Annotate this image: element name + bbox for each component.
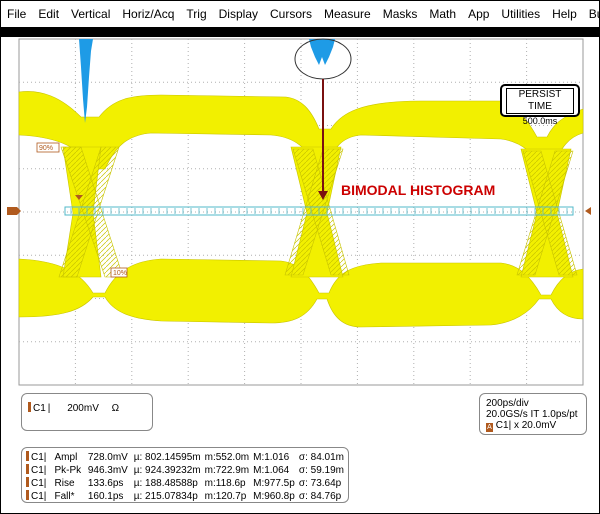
histogram-bars-bimodal: [309, 39, 335, 65]
meas-max: M:1.016: [253, 451, 290, 463]
measurement-box[interactable]: C1| Ampl 728.0mV µ: 802.14595m m:552.0m …: [21, 447, 349, 503]
meas-max: M:977.5p: [253, 477, 295, 489]
meas-max: M:1.064: [253, 464, 290, 476]
meas-sigma: σ: 84.01m: [298, 451, 344, 463]
marker-90-label: 90%: [39, 145, 53, 152]
persist-time-box[interactable]: PERSIST TIME 500.0ms: [500, 84, 580, 126]
meas-sigma: σ: 59.19m: [298, 464, 344, 476]
histogram-window-ticks: [70, 208, 568, 214]
channel-color-tag: [26, 490, 29, 500]
persist-time-title: PERSIST TIME: [506, 88, 574, 114]
right-level-marker[interactable]: [585, 207, 591, 215]
marker-10-label: 10%: [113, 270, 127, 277]
meas-channel: C1: [31, 491, 44, 502]
channel-color-tag: [26, 464, 29, 474]
meas-value: 946.3mV: [87, 464, 128, 476]
math-channel-value: x 20.0mV: [513, 420, 557, 431]
math-channel-icon: A: [486, 423, 493, 432]
meas-value: 160.1ps: [87, 490, 124, 502]
meas-mean: µ: 215.07834p: [133, 490, 198, 502]
eye-diagram: [18, 91, 584, 328]
meas-sigma: σ: 73.64p: [298, 477, 342, 489]
meas-min: m:722.9m: [204, 464, 250, 476]
meas-channel: C1: [31, 452, 44, 463]
menu-edit[interactable]: Edit: [32, 1, 65, 27]
measurement-table: C1| Ampl 728.0mV µ: 802.14595m m:552.0m …: [26, 451, 348, 503]
table-row[interactable]: C1| Rise 133.6ps µ: 188.48588p m:118.6p …: [26, 477, 348, 490]
meas-value: 133.6ps: [87, 477, 124, 489]
meas-min: m:552.0m: [204, 451, 250, 463]
channel-label: C1: [33, 403, 46, 414]
channel-scale: 200mV: [67, 403, 99, 414]
meas-channel: C1: [31, 478, 44, 489]
meas-min: m:118.6p: [204, 477, 246, 489]
channel-color-tag: [28, 402, 31, 412]
timebase-info-box[interactable]: 200ps/div 20.0GS/s IT 1.0ps/pt A C1| x 2…: [479, 393, 587, 435]
meas-mean: µ: 924.39232m: [133, 464, 201, 476]
meas-max: M:960.8p: [253, 490, 295, 502]
meas-channel: C1: [31, 465, 44, 476]
table-row[interactable]: C1| Pk-Pk 946.3mV µ: 924.39232m m:722.9m…: [26, 464, 348, 477]
menu-measure[interactable]: Measure: [318, 1, 377, 27]
menu-vertical[interactable]: Vertical: [65, 1, 116, 27]
menu-horiz-acq[interactable]: Horiz/Acq: [116, 1, 180, 27]
menu-masks[interactable]: Masks: [377, 1, 424, 27]
meas-min: m:120.7p: [204, 490, 247, 502]
channel-info-box[interactable]: C1 | 200mV Ω: [21, 393, 153, 431]
menu-help[interactable]: Help: [546, 1, 583, 27]
menu-display[interactable]: Display: [213, 1, 264, 27]
histogram-bars-left: [79, 39, 93, 123]
meas-value: 728.0mV: [87, 451, 128, 463]
channel-color-tag: [26, 451, 29, 461]
meas-name: Fall*: [54, 490, 75, 502]
menu-cursors[interactable]: Cursors: [264, 1, 318, 27]
annotation-label: BIMODAL HISTOGRAM: [341, 182, 495, 198]
persist-time-value: 500.0ms: [522, 116, 558, 126]
meas-name: Rise: [54, 477, 75, 489]
scope-window: File Edit Vertical Horiz/Acq Trig Displa…: [0, 0, 600, 514]
waveform-display[interactable]: BIMODAL HISTOGRAM 90% 10% PERSIST TIME 5…: [1, 37, 599, 389]
menu-buttons[interactable]: Buttons: [583, 1, 600, 27]
meas-name: Pk-Pk: [54, 464, 82, 476]
meas-mean: µ: 188.48588p: [133, 477, 198, 489]
menu-math[interactable]: Math: [423, 1, 462, 27]
menu-bar: File Edit Vertical Horiz/Acq Trig Displa…: [1, 1, 600, 27]
channel-impedance: Ω: [111, 403, 120, 414]
graticule-grid: [19, 39, 583, 385]
menu-trig[interactable]: Trig: [180, 1, 212, 27]
menu-app[interactable]: App: [462, 1, 495, 27]
status-strip: [1, 27, 599, 37]
info-panel: C1 | 200mV Ω 200ps/div 20.0GS/s IT 1.0ps/…: [1, 389, 599, 513]
menu-file[interactable]: File: [1, 1, 32, 27]
meas-name: Ampl: [54, 451, 78, 463]
table-row[interactable]: C1| Ampl 728.0mV µ: 802.14595m m:552.0m …: [26, 451, 348, 464]
table-row[interactable]: C1| Fall* 160.1ps µ: 215.07834p m:120.7p…: [26, 490, 348, 503]
meas-mean: µ: 802.14595m: [133, 451, 201, 463]
math-channel-label: C1: [495, 420, 509, 431]
meas-sigma: σ: 84.76p: [298, 490, 342, 502]
menu-utilities[interactable]: Utilities: [495, 1, 546, 27]
channel-color-tag: [26, 477, 29, 487]
